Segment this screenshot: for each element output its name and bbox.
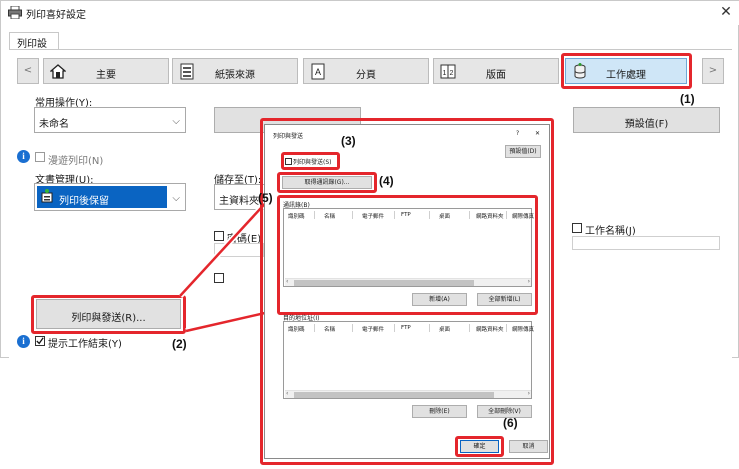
remove-button[interactable]: 刪除(E) [412,405,467,418]
scroll-thumb[interactable] [294,392,494,398]
col-email: 電子郵件 [362,327,385,333]
col-desktop: 桌面 [439,327,451,333]
get-address-book-button[interactable]: 取得通訊錄(G)... [282,176,372,189]
print-send-checkbox[interactable] [285,158,292,165]
col-divider [394,211,395,219]
scroll-left-icon[interactable]: ‹ [286,278,288,285]
print-and-send-dialog: 列印與發送 ? ✕ 預設值(D) 列印與發送(S) 取得通訊錄(G)... 通訊… [264,124,550,459]
col-ftp: FTP [401,212,411,218]
col-divider [394,324,395,332]
add-all-button[interactable]: 全部新增(L) [477,293,532,306]
callout-2: (2) [172,337,187,351]
scroll-thumb[interactable] [294,280,474,286]
add-button[interactable]: 新增(A) [412,293,467,306]
col-divider [469,324,470,332]
cancel-button[interactable]: 取消 [509,440,548,453]
scroll-right-icon[interactable]: › [528,278,530,285]
col-divider [314,324,315,332]
col-name: 名稱 [324,214,336,220]
col-email: 電子郵件 [362,214,385,220]
dialog-close-button[interactable]: ✕ [535,130,540,137]
col-desktop: 桌面 [439,214,451,220]
recipients-list[interactable]: 識別碼 名稱 電子郵件 FTP 桌面 網路資料夾 網際傳真 ‹ › [283,321,535,399]
col-divider [352,211,353,219]
scroll-right-icon[interactable]: › [528,390,530,397]
col-id: 識別碼 [288,214,305,220]
col-divider [429,211,430,219]
ok-button[interactable]: 確定 [460,440,499,453]
callout-3: (3) [341,134,356,148]
col-divider [469,211,470,219]
col-internet-fax: 網際傳真 [512,327,535,333]
dialog-title: 列印與發送 [273,133,304,140]
horizontal-scrollbar[interactable]: ‹ › [285,278,531,286]
callout-4: (4) [379,174,394,188]
print-send-checkbox-label: 列印與發送(S) [293,159,332,166]
col-divider [506,211,507,219]
col-divider [314,211,315,219]
address-book-list[interactable]: 識別碼 名稱 電子郵件 FTP 桌面 網路資料夾 網際傳真 ‹ › [283,208,535,287]
col-network-folder: 網路資料夾 [476,214,504,220]
col-name: 名稱 [324,327,336,333]
col-internet-fax: 網際傳真 [512,214,535,220]
col-ftp: FTP [401,325,411,331]
col-divider [506,324,507,332]
dialog-defaults-button[interactable]: 預設值(D) [505,145,541,158]
scroll-left-icon[interactable]: ‹ [286,390,288,397]
col-network-folder: 網路資料夾 [476,327,504,333]
callout-5: (5) [258,191,273,205]
callout-1: (1) [680,92,695,106]
horizontal-scrollbar[interactable]: ‹ › [285,390,531,398]
col-divider [352,324,353,332]
dialog-help-button[interactable]: ? [516,130,519,137]
col-divider [429,324,430,332]
col-id: 識別碼 [288,327,305,333]
callout-6: (6) [503,416,518,430]
